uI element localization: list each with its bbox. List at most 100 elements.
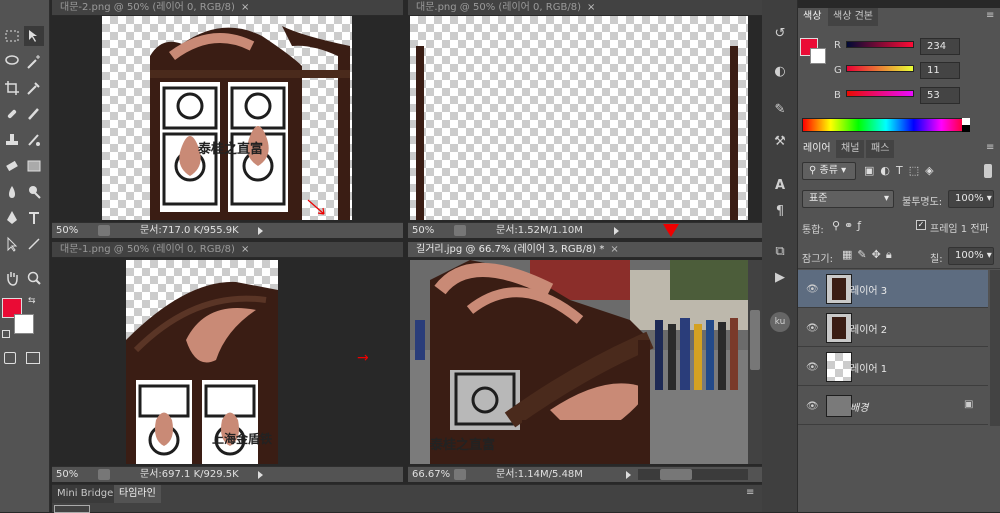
close-icon[interactable]: × (587, 2, 595, 13)
layers-scrollbar[interactable] (990, 270, 1000, 426)
canvas[interactable]: 泰桂之直富 (102, 16, 352, 220)
opacity-input[interactable]: 100% ▾ (948, 190, 994, 208)
gradient-icon[interactable] (24, 156, 44, 176)
lasso-tool-icon[interactable] (2, 52, 22, 72)
unify-icons[interactable]: ⚲⚭ƒ (832, 219, 865, 232)
spectrum-black[interactable] (962, 125, 970, 132)
layer-name[interactable]: 레이어 1 (850, 360, 887, 375)
paragraph-icon[interactable]: ¶ (770, 202, 790, 222)
canvas[interactable] (410, 16, 748, 220)
zoom-level[interactable]: 50% (56, 467, 78, 482)
blur-tool-icon[interactable] (2, 182, 22, 202)
document-tab-2[interactable]: 대문.png @ 50% (레이어 0, RGB/8) × (408, 0, 762, 16)
status-menu-icon[interactable] (626, 471, 631, 479)
eraser-icon[interactable] (2, 156, 22, 176)
move-tool-icon[interactable] (24, 26, 44, 46)
status-menu-icon[interactable] (614, 227, 619, 235)
panel-menu-icon[interactable]: ≡ (986, 10, 994, 21)
layer-name[interactable]: 배경 (850, 399, 868, 414)
spectrum-white[interactable] (962, 118, 970, 125)
bg-color-chip[interactable] (810, 48, 826, 64)
document-tab-3[interactable]: 대문-1.png @ 50% (레이어 0, RGB/8) × (52, 242, 403, 258)
tab-color[interactable]: 색상 (798, 8, 827, 26)
lock-icons[interactable]: ▦✎✥🔒︎ (842, 248, 897, 262)
adjustments-icon[interactable]: ◐ (770, 62, 790, 82)
eye-icon[interactable]: 👁︎ (806, 323, 819, 334)
type-tool-icon[interactable] (24, 208, 44, 228)
g-value[interactable]: 11 (920, 62, 960, 79)
color-spectrum[interactable] (802, 118, 970, 132)
scrollbar-thumb[interactable] (660, 469, 692, 480)
r-value[interactable]: 234 (920, 38, 960, 55)
zoom-level[interactable]: 66.67% (412, 467, 450, 482)
layer-row[interactable]: 👁︎ 레이어 1 (798, 348, 988, 386)
clone-source-icon[interactable]: ⧉ (770, 242, 790, 262)
tool-presets-icon[interactable]: ⚒ (770, 132, 790, 152)
propagate-frame-checkbox[interactable]: ✓ (916, 220, 926, 230)
quick-mask-icon[interactable] (4, 352, 16, 364)
canvas[interactable]: 上海金盾铁 (126, 260, 278, 464)
background-color-swatch[interactable] (14, 314, 34, 334)
zoom-tool-icon[interactable] (24, 268, 44, 288)
close-icon[interactable]: × (241, 244, 249, 255)
brush-presets-icon[interactable]: ✎ (770, 100, 790, 120)
g-slider[interactable] (846, 65, 914, 72)
vertical-scrollbar[interactable] (748, 260, 762, 464)
pen-tool-icon[interactable] (2, 208, 22, 228)
filter-icons[interactable]: ▣◐T⬚◈ (864, 164, 940, 177)
b-value[interactable]: 53 (920, 87, 960, 104)
actions-icon[interactable]: ▶ (770, 268, 790, 288)
hand-tool-icon[interactable] (2, 268, 22, 288)
eyedropper-icon[interactable] (24, 78, 44, 98)
ku-plugin-icon[interactable]: ku (770, 312, 790, 332)
clone-stamp-icon[interactable] (2, 130, 22, 150)
canvas[interactable]: 泰桂之直富 (410, 260, 748, 464)
layer-row[interactable]: 👁︎ 레이어 2 (798, 309, 988, 347)
panel-menu-icon[interactable]: ≡ (986, 142, 994, 153)
close-icon[interactable]: × (241, 2, 249, 13)
fill-input[interactable]: 100% ▾ (948, 247, 994, 265)
screen-mode-icon[interactable] (26, 352, 40, 364)
eye-icon[interactable]: 👁︎ (806, 284, 819, 295)
tab-swatches[interactable]: 색상 견본 (828, 8, 878, 26)
tab-channels[interactable]: 채널 (836, 140, 865, 158)
layer-row[interactable]: 👁︎ 배경 ▣ (798, 387, 988, 425)
marquee-tool-icon[interactable] (2, 26, 22, 46)
blend-mode-select[interactable]: 표준 ▾ (802, 190, 894, 208)
layer-name[interactable]: 레이어 3 (850, 282, 887, 297)
eye-icon[interactable]: 👁︎ (806, 362, 819, 373)
character-icon[interactable]: A (770, 176, 790, 196)
eye-icon[interactable]: 👁︎ (806, 401, 819, 412)
zoom-level[interactable]: 50% (56, 223, 78, 238)
scrollbar-thumb[interactable] (750, 310, 760, 370)
swap-colors-icon[interactable]: ⇆ (28, 296, 36, 306)
magic-wand-icon[interactable] (24, 52, 44, 72)
crop-tool-icon[interactable] (2, 78, 22, 98)
line-tool-icon[interactable] (24, 234, 44, 254)
layer-filter-select[interactable]: ⚲ 종류 ▾ (802, 162, 856, 180)
healing-brush-icon[interactable] (2, 104, 22, 124)
horizontal-scrollbar[interactable] (638, 469, 748, 480)
history-brush-icon[interactable] (24, 130, 44, 150)
path-selection-icon[interactable] (2, 234, 22, 254)
history-icon[interactable]: ↺ (770, 24, 790, 44)
panel-menu-icon[interactable]: ≡ (746, 487, 754, 498)
zoom-level[interactable]: 50% (412, 223, 434, 238)
document-tab-4[interactable]: 길거리.jpg @ 66.7% (레이어 3, RGB/8) * × (408, 242, 762, 258)
tab-mini-bridge[interactable]: Mini Bridge (52, 485, 119, 503)
tab-timeline[interactable]: 타임라인 (114, 485, 161, 503)
brush-tool-icon[interactable] (24, 104, 44, 124)
layer-name[interactable]: 레이어 2 (850, 321, 887, 336)
filter-toggle[interactable] (984, 164, 992, 178)
layer-row[interactable]: 👁︎ 레이어 3 (798, 270, 988, 308)
dodge-tool-icon[interactable] (24, 182, 44, 202)
document-tab-1[interactable]: 대문-2.png @ 50% (레이어 0, RGB/8) × (52, 0, 403, 16)
r-slider[interactable] (846, 41, 914, 48)
status-menu-icon[interactable] (258, 227, 263, 235)
close-icon[interactable]: × (610, 244, 618, 255)
b-slider[interactable] (846, 90, 914, 97)
status-menu-icon[interactable] (258, 471, 263, 479)
tab-paths[interactable]: 패스 (866, 140, 895, 158)
tab-layers[interactable]: 레이어 (798, 140, 836, 158)
default-colors-icon[interactable] (2, 330, 10, 338)
